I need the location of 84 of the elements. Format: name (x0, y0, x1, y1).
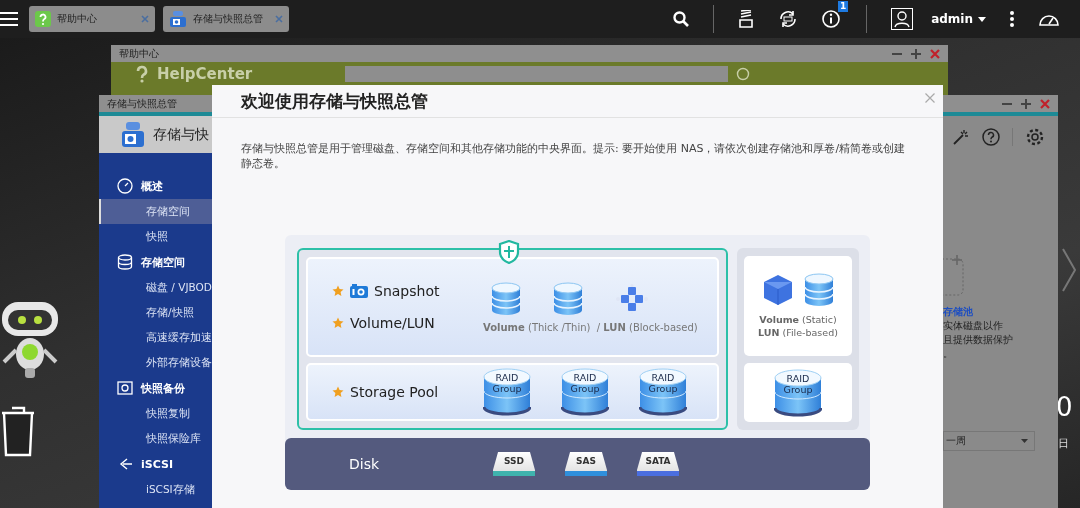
snapshot-icon (117, 380, 133, 396)
sidebar-item[interactable]: 高速缓存加速 (99, 325, 212, 350)
question-icon (135, 65, 149, 83)
cylinder-icon (483, 367, 531, 417)
camera-icon (350, 284, 368, 298)
sidebar-item[interactable]: 快照复制 (99, 401, 212, 426)
question-icon (35, 11, 51, 27)
cubes-icon (615, 283, 649, 314)
sidebar-item[interactable]: 磁盘 / VJBOD (99, 275, 212, 300)
overview-icon (117, 178, 133, 194)
user-menu[interactable]: admin (931, 12, 986, 26)
star-icon (332, 386, 344, 398)
raid-label: RAID Group (782, 372, 814, 395)
volume-caption: Volume (Static) (759, 313, 837, 326)
app-tab[interactable]: 帮助中心 (29, 6, 155, 32)
raid-label: RAID Group (491, 372, 523, 394)
user-icon[interactable] (891, 8, 914, 30)
caret-icon (978, 16, 986, 22)
app-title: 存储与快 (153, 125, 209, 144)
trash-icon[interactable] (0, 405, 36, 457)
disk-badge: SSD (493, 452, 535, 476)
description-text: 且提供数据保护 (943, 333, 1014, 347)
storage-app-icon (169, 11, 187, 27)
storage-icon (117, 254, 133, 270)
cylinder-icon (804, 273, 834, 307)
raid-label: RAID Group (647, 372, 679, 394)
layer-label: Disk (348, 456, 381, 472)
menu-icon[interactable] (0, 12, 18, 26)
volume-caption: LUN (File-based) (758, 326, 838, 339)
volume-caption: Volume (Thick /Thin) / LUN (Block-based) (483, 321, 698, 333)
logo-text: HelpCenter (157, 65, 254, 83)
cylinder-icon (491, 281, 521, 316)
cylinder-icon (561, 367, 609, 417)
sidebar-group[interactable]: 概述 (99, 173, 212, 199)
close-icon[interactable] (925, 93, 935, 103)
star-icon (332, 317, 344, 329)
sync-icon[interactable] (778, 9, 799, 29)
sidebar-item[interactable]: 快照保险库 (99, 426, 212, 451)
chevron-right-icon[interactable] (1062, 248, 1076, 292)
sidebar-item[interactable]: iSCSI存储 (99, 477, 212, 502)
maximize-icon[interactable] (1021, 98, 1031, 109)
sidebar-group[interactable]: 存储空间 (99, 249, 212, 275)
search-icon[interactable] (673, 11, 690, 27)
cylinder-icon (774, 367, 822, 418)
sidebar-group[interactable]: 快照备份 (99, 375, 212, 401)
number-text: 0 (1056, 392, 1073, 422)
sidebar-group[interactable]: iSCSI (99, 451, 212, 477)
storage-app-icon (121, 121, 145, 148)
window-title: 存储与快照总管 (107, 96, 177, 111)
caret-icon (1021, 439, 1028, 443)
sidebar-item[interactable]: 存储/快照 (99, 300, 212, 325)
raid-label: RAID Group (569, 372, 601, 394)
cylinder-icon (639, 367, 687, 417)
layer-label: Snapshot (374, 283, 440, 299)
info-icon[interactable] (822, 10, 841, 28)
disk-badge: SATA (637, 452, 679, 476)
description-text: 存储与快照总管是用于管理磁盘、存储空间和其他存储功能的中央界面。提示: 要开始使用 NAS，请依次创建存储池和厚卷/精简卷或创建静态卷。 (241, 141, 907, 171)
sidebar-item[interactable]: 存储空间 (99, 199, 212, 224)
day-text: 日 (1058, 436, 1069, 451)
tab-label: 帮助中心 (57, 12, 98, 26)
cylinder-icon (553, 281, 583, 316)
maximize-icon[interactable] (911, 48, 921, 59)
tab-label: 存储与快照总管 (193, 12, 264, 26)
dialog-title: 欢迎使用存储与快照总管 (241, 89, 428, 113)
iscsi-icon (117, 456, 133, 472)
star-icon (332, 285, 344, 297)
app-tab[interactable]: 存储与快照总管 (163, 6, 289, 32)
more-icon[interactable] (1010, 11, 1014, 27)
disk-badge: SAS (565, 452, 607, 476)
layer-label: Storage Pool (350, 384, 439, 400)
description-text: 实体磁盘以作 (943, 319, 1004, 333)
window-title: 帮助中心 (119, 46, 159, 61)
close-icon[interactable] (1040, 98, 1050, 109)
sidebar-item[interactable]: 外部存储设备 (99, 350, 212, 375)
settings-icon[interactable] (1025, 127, 1045, 147)
stack-icon[interactable] (738, 10, 755, 28)
help-icon[interactable] (982, 128, 1000, 146)
close-icon[interactable] (930, 48, 940, 59)
description-text: 。 (943, 347, 954, 361)
layer-label: Volume/LUN (350, 315, 435, 331)
sidebar-item[interactable]: 快照 (99, 224, 212, 249)
magic-wand-icon[interactable] (952, 128, 970, 146)
cube-icon (762, 274, 794, 306)
notification-badge: 1 (837, 1, 849, 12)
